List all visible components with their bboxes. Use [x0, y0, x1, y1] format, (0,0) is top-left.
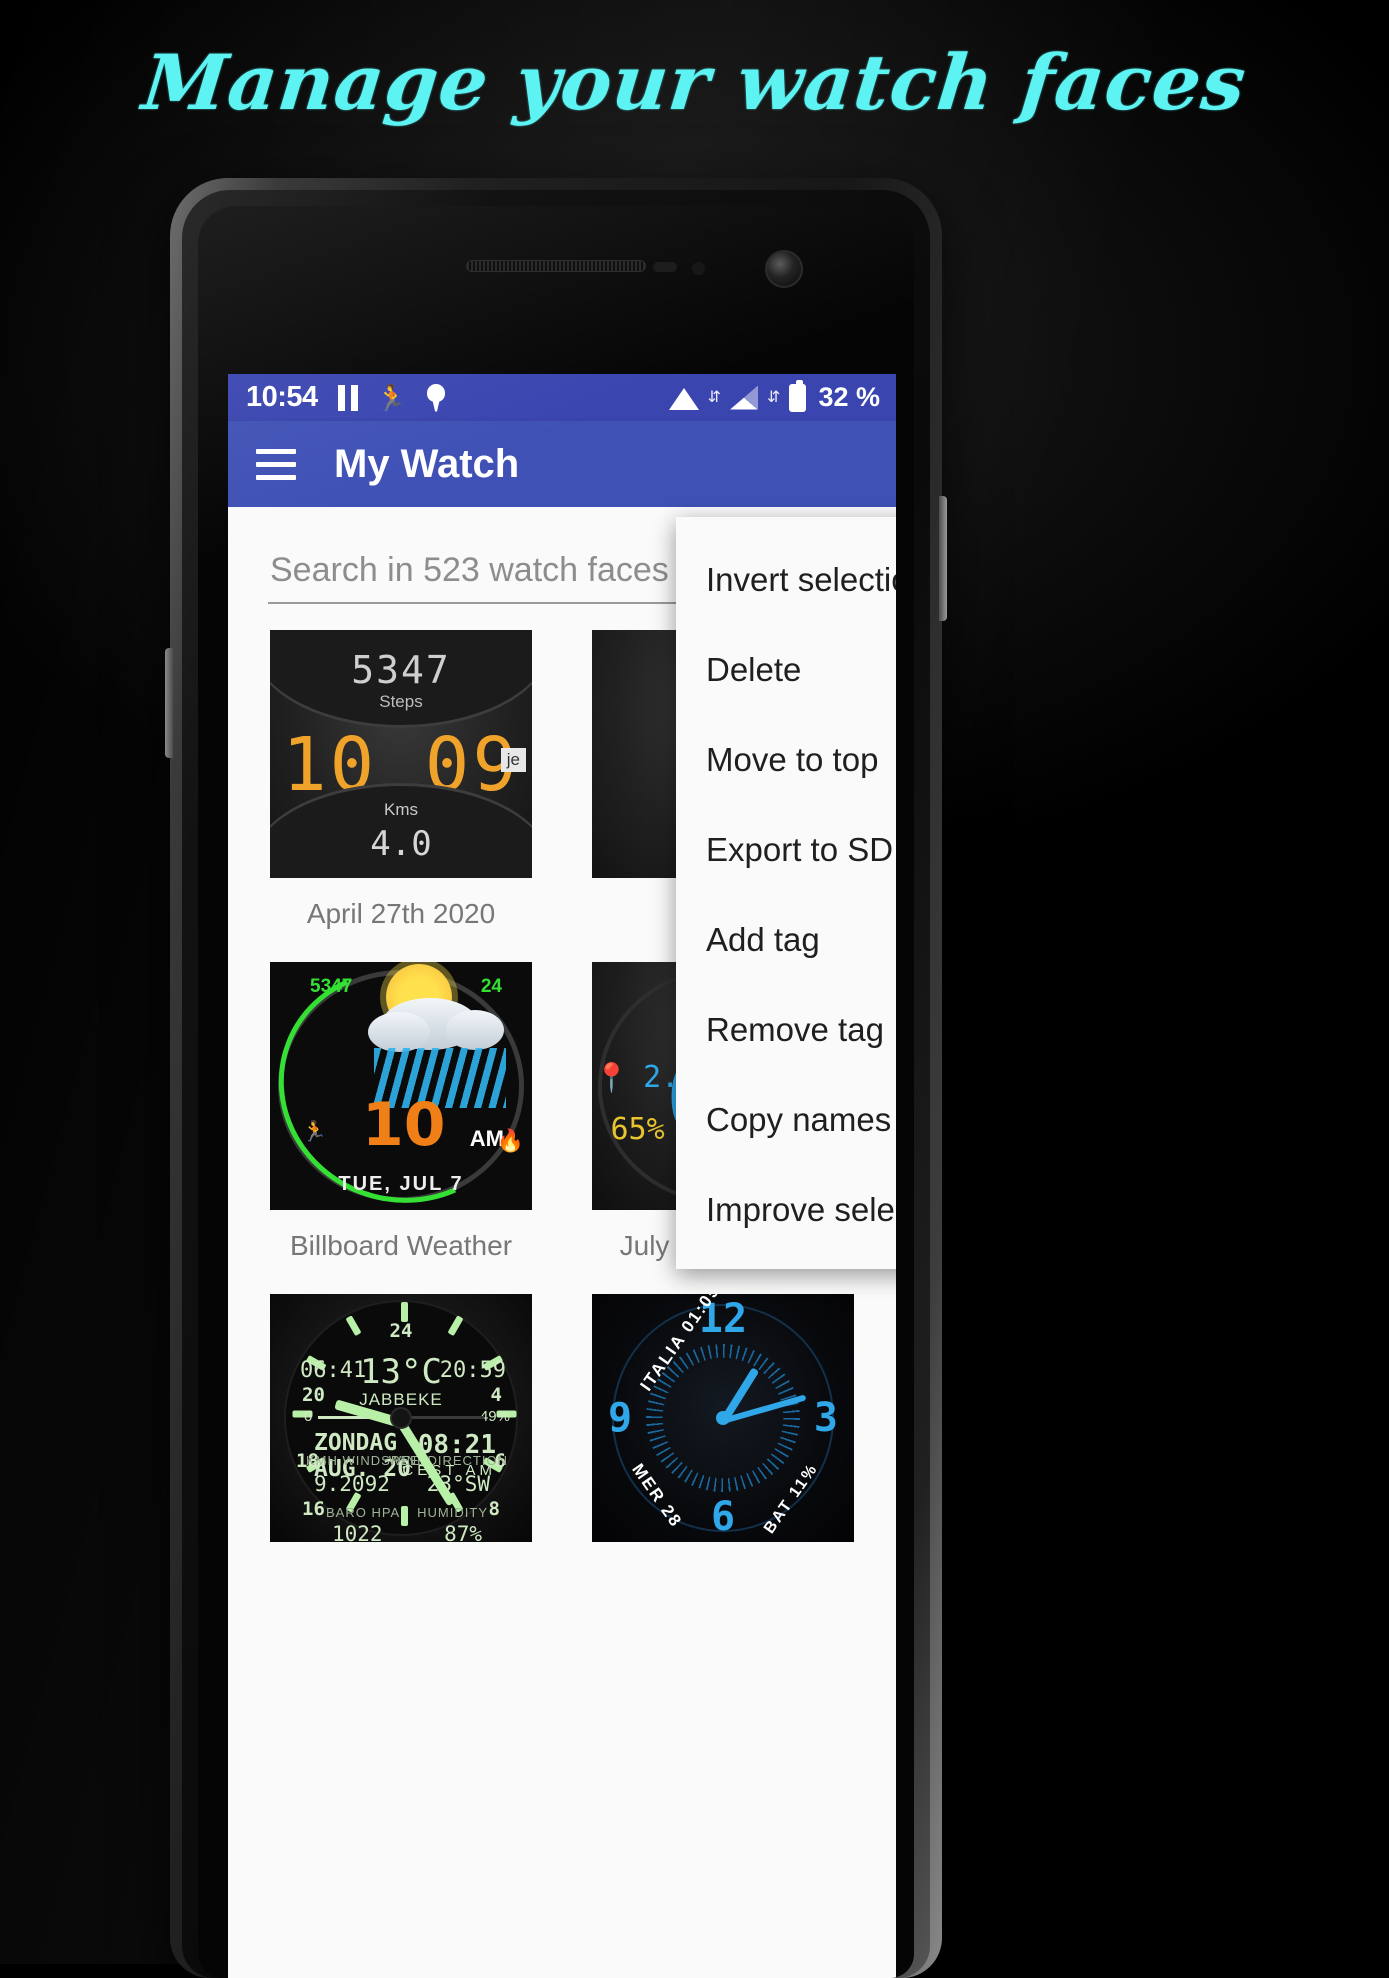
- watch-face-art-italia: 12 3 9 6 ITALIA 01:05 MER 28 BAT 11%: [592, 1294, 854, 1542]
- promo-headline: Manage your watch faces: [138, 38, 1251, 127]
- flashlight-icon: [426, 383, 446, 412]
- menu-item-remove-tag[interactable]: Remove tag: [676, 985, 896, 1075]
- face-mark-8: 8: [488, 1498, 500, 1520]
- status-bar: 10:54 🏃 ⇵ ⇵ 32 %: [228, 374, 896, 421]
- watch-face-tile[interactable]: 5347 Steps 10 09 je Kms 4.0 April 27th 2…: [254, 630, 548, 952]
- pause-icon: [337, 384, 358, 411]
- face-mark-24: 24: [389, 1320, 413, 1342]
- menu-item-invert-selection[interactable]: Invert selection: [676, 535, 896, 625]
- main-content: 5347 Steps 10 09 je Kms 4.0 April 27th 2…: [228, 507, 896, 1978]
- page-title: My Watch: [334, 441, 520, 486]
- face-mark-16: 16: [302, 1498, 325, 1520]
- earpiece-speaker: [466, 260, 646, 272]
- menu-item-improve-selected-watches[interactable]: Improve selected watches: [676, 1165, 896, 1255]
- face-num-3: 3: [813, 1395, 838, 1441]
- watch-face-label: April 27th 2020: [306, 898, 496, 929]
- hamburger-line: [256, 448, 296, 454]
- cloud-icon: [368, 1012, 430, 1052]
- watch-face-thumbnail[interactable]: 5347 Steps 10 09 je Kms 4.0: [270, 630, 532, 878]
- light-sensor-icon: [692, 262, 705, 275]
- face-steps-value: 5347: [351, 648, 451, 692]
- hamburger-menu-icon[interactable]: [256, 448, 296, 480]
- face-date: TUE, JUL 7: [338, 1173, 464, 1195]
- phone-glass: 10:54 🏃 ⇵ ⇵ 32 % My Watch Search in 523 …: [198, 206, 914, 1978]
- face-tick: [401, 1506, 408, 1526]
- face-bar-right: 49%: [479, 1408, 510, 1425]
- signal-icon: [730, 385, 759, 410]
- status-system-icons: ⇵ ⇵ 32 %: [668, 379, 880, 413]
- status-notification-icons: 🏃: [337, 382, 446, 413]
- menu-item-add-tag[interactable]: Add tag: [676, 895, 896, 985]
- face-tick: [401, 1302, 408, 1322]
- location-pin-icon: 📍: [594, 1061, 630, 1094]
- face-baro-label: BARO HPA: [326, 1505, 401, 1520]
- face-hand-hub: [390, 1407, 412, 1429]
- running-icon: 🏃: [302, 1121, 327, 1143]
- face-bar-left: 0: [304, 1408, 313, 1425]
- watch-face-art-steps: 5347 Steps 10 09 je Kms 4.0: [270, 630, 532, 878]
- watch-face-label: Billboard Weather: [289, 1230, 513, 1261]
- cloud-icon: [446, 1010, 504, 1050]
- face-hour: 10: [362, 1090, 446, 1160]
- face-windspeed-value: 9.2092: [314, 1472, 390, 1496]
- menu-item-export-to-sd-card[interactable]: Export to SD card: [676, 805, 896, 895]
- battery-percent: 32 %: [818, 382, 880, 412]
- wifi-icon: [668, 386, 699, 410]
- overflow-menu: Invert selection Delete Move to top Expo…: [676, 517, 896, 1269]
- watch-face-tile[interactable]: 24 20 4 18 6 16 8 13°C JABBEKE 06:41 20:…: [254, 1294, 548, 1584]
- phone-power-button: [939, 496, 947, 621]
- proximity-sensor-icon: [653, 262, 677, 272]
- status-clock: 10:54: [246, 381, 318, 413]
- face-steps-value: 5347: [310, 976, 353, 997]
- app-screen: 10:54 🏃 ⇵ ⇵ 32 % My Watch Search in 523 …: [228, 374, 896, 1978]
- watch-face-art-tactical: 24 20 4 18 6 16 8 13°C JABBEKE 06:41 20:…: [270, 1294, 532, 1542]
- face-num-9: 9: [608, 1395, 633, 1441]
- face-hand-hub: [716, 1411, 730, 1425]
- face-winddir-label: WINDDIRECTION: [388, 1453, 508, 1468]
- face-num-6: 6: [710, 1494, 736, 1540]
- mobile-transfer-icon: ⇵: [767, 388, 781, 406]
- face-humidity-label: HUMIDITY: [417, 1505, 488, 1520]
- watch-face-art-weather: 5347 24 🏃 10 AM 🔥 TUE, JUL 7: [270, 962, 532, 1210]
- watch-face-thumbnail[interactable]: 12 3 9 6 ITALIA 01:05 MER 28 BAT 11%: [592, 1294, 854, 1542]
- phone-bezel: 10:54 🏃 ⇵ ⇵ 32 % My Watch Search in 523 …: [182, 190, 930, 1978]
- face-sunrise: 06:41: [300, 1358, 367, 1383]
- face-steps-label: Steps: [379, 692, 423, 711]
- menu-item-move-to-top[interactable]: Move to top: [676, 715, 896, 805]
- running-icon: 🏃: [375, 382, 409, 413]
- face-right-stat: 24: [480, 976, 502, 997]
- watch-face-thumbnail[interactable]: 24 20 4 18 6 16 8 13°C JABBEKE 06:41 20:…: [270, 1294, 532, 1542]
- face-humidity-value: 87%: [444, 1522, 482, 1542]
- phone-volume-button: [165, 648, 173, 758]
- watch-face-thumbnail[interactable]: 5347 24 🏃 10 AM 🔥 TUE, JUL 7: [270, 962, 532, 1210]
- face-battery-left: 65%: [610, 1112, 665, 1147]
- face-tag-chip: je: [500, 748, 526, 772]
- face-kms-value: 4.0: [370, 824, 432, 864]
- flame-icon: 🔥: [496, 1128, 524, 1153]
- watch-face-tile[interactable]: 12 3 9 6 ITALIA 01:05 MER 28 BAT 11%: [576, 1294, 870, 1584]
- menu-item-copy-names[interactable]: Copy names: [676, 1075, 896, 1165]
- watch-face-tile[interactable]: 5347 24 🏃 10 AM 🔥 TUE, JUL 7 Billboard W…: [254, 962, 548, 1284]
- phone-device-frame: 10:54 🏃 ⇵ ⇵ 32 % My Watch Search in 523 …: [165, 178, 947, 1978]
- hamburger-line: [256, 461, 296, 467]
- menu-item-delete[interactable]: Delete: [676, 625, 896, 715]
- hamburger-line: [256, 474, 296, 480]
- face-baro-value: 1022: [332, 1522, 383, 1542]
- front-camera-icon: [765, 250, 803, 288]
- face-sunset: 20:59: [439, 1358, 506, 1383]
- battery-icon: [789, 379, 807, 412]
- app-bar: My Watch: [228, 421, 896, 507]
- face-kms-label: Kms: [384, 800, 418, 819]
- wifi-transfer-icon: ⇵: [707, 388, 722, 406]
